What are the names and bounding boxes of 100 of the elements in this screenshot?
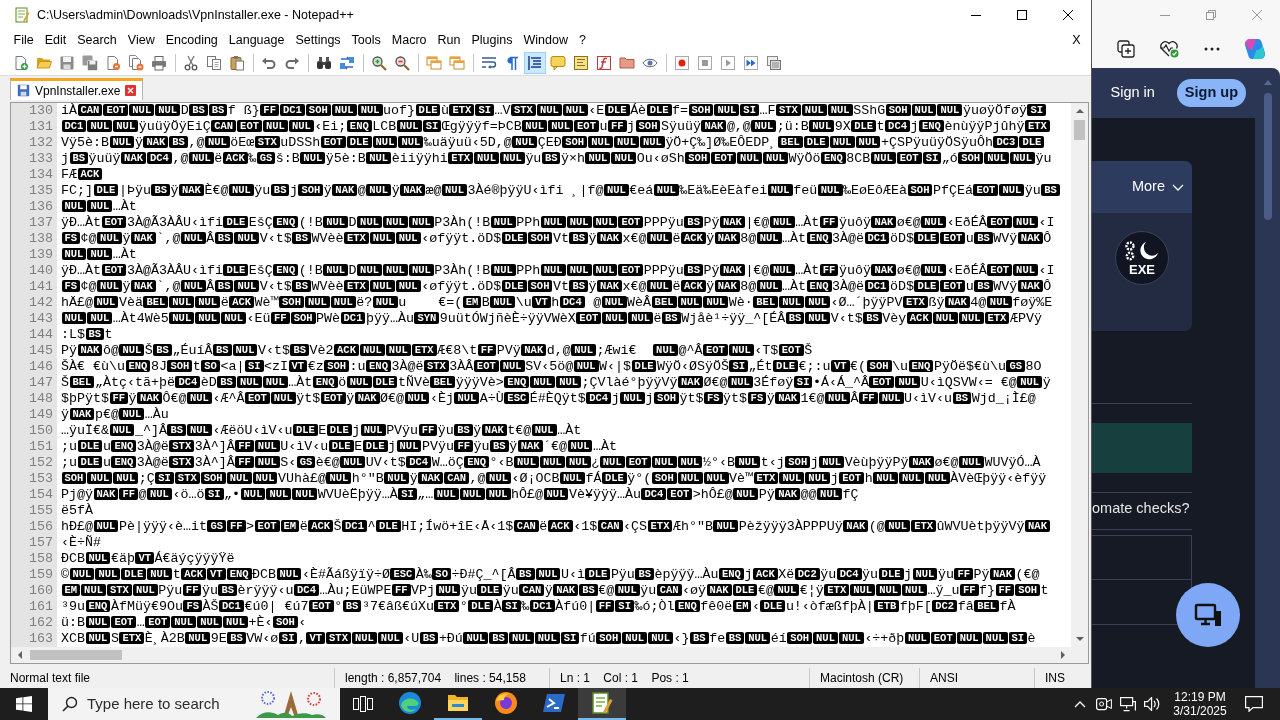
control-character: NUL — [435, 584, 461, 596]
control-character: NUL — [490, 296, 516, 308]
tab-add-icon[interactable] — [1116, 40, 1135, 58]
up-arrow-icon[interactable] — [1075, 109, 1084, 113]
code-text: Š — [804, 343, 813, 358]
flame-globe-icon — [494, 691, 518, 715]
code-text: ‹U — [403, 631, 420, 646]
control-character: NUL — [986, 296, 1012, 308]
menu-item[interactable]: Settings — [289, 31, 347, 49]
code-text: …Àt — [782, 231, 807, 246]
control-character: NUL — [733, 488, 759, 500]
scrollbar-thumb[interactable] — [30, 650, 122, 660]
speaker-icon[interactable] — [1144, 697, 1160, 711]
code-text: ‹E — [588, 103, 605, 118]
taskbar-app-button[interactable] — [578, 688, 626, 720]
code-text: |€@ — [745, 263, 770, 278]
code-text: (!B — [298, 215, 323, 230]
code-text: Ô€@ — [162, 391, 187, 406]
indent-lines-button[interactable] — [524, 51, 546, 74]
control-character: DC1 — [219, 600, 244, 612]
code-text: 3À^]Â — [194, 455, 235, 470]
chevron-up-icon[interactable] — [1074, 700, 1086, 708]
menu-item[interactable]: Edit — [39, 31, 72, 49]
menu-item[interactable]: Macro — [386, 31, 433, 49]
code-text: Vÿ5è:B — [61, 135, 109, 150]
control-character: NUL — [648, 632, 674, 644]
code-text: 3À@ë — [832, 279, 864, 294]
computer-icon[interactable] — [1120, 696, 1136, 712]
code-text: S — [110, 631, 119, 646]
control-character: NUL — [508, 632, 534, 644]
code-text: ÿuüÿ — [88, 151, 121, 166]
menu-item[interactable]: File — [8, 31, 40, 49]
menu-item[interactable]: Language — [223, 31, 290, 49]
control-character: NUL — [61, 312, 87, 324]
restore-icon[interactable] — [1206, 10, 1216, 20]
scrollbar-thumb[interactable] — [1263, 93, 1272, 220]
file-tab[interactable]: VpnInstaller.exe — [10, 78, 144, 100]
menu-item[interactable]: Run — [432, 31, 466, 49]
more-icon[interactable] — [1203, 47, 1220, 51]
code-text: èrÿÿÿ‹u — [237, 583, 294, 598]
clock-time: 12:19 PM — [1174, 690, 1226, 704]
menu-item[interactable]: View — [122, 31, 161, 49]
minimize-icon[interactable] — [971, 14, 981, 16]
scrollbar-thumb[interactable] — [1074, 120, 1085, 140]
code-text: U‹ìV‹u — [280, 439, 329, 454]
menu-item[interactable]: Search — [71, 31, 123, 49]
code-text: …Àt — [288, 375, 313, 390]
right-arrow-icon[interactable] — [1060, 651, 1065, 659]
menu-item[interactable]: Plugins — [465, 31, 518, 49]
code-text: ³9u — [61, 599, 85, 614]
control-character: NUL — [81, 584, 106, 596]
code-text: ÇEÐ — [537, 135, 562, 150]
line-number: 144 — [28, 327, 54, 343]
heart-monitor-icon[interactable] — [1158, 40, 1179, 58]
code-text: ‹Eü — [246, 311, 271, 326]
control-character: BS — [167, 424, 186, 436]
control-character: DC4 — [641, 488, 667, 500]
control-character: NUL — [93, 520, 119, 532]
line-number: 157 — [28, 535, 54, 551]
sign-in-link[interactable]: Sign in — [1110, 82, 1155, 104]
code-text: ÿÖ+Ç‰]Ø‰EÔEDP¸ — [665, 135, 778, 150]
notepad-icon — [590, 691, 614, 715]
code-text: :L$ — [61, 327, 85, 342]
control-character: SOH — [885, 104, 911, 116]
more-button[interactable]: More — [1131, 176, 1184, 198]
status-text: INS — [1044, 670, 1066, 687]
code-text: ÿ — [346, 391, 355, 406]
menu-item[interactable]: Window — [517, 31, 574, 49]
close-icon[interactable] — [1063, 10, 1073, 20]
search-bar[interactable]: Type here to search — [48, 688, 340, 720]
code-text: fe — [709, 631, 726, 646]
control-character: NUL — [369, 280, 395, 292]
panels-icon[interactable] — [353, 696, 373, 712]
control-character: NAK — [77, 344, 103, 356]
down-arrow-icon[interactable] — [1075, 637, 1084, 641]
search-field[interactable]: Type here to search — [87, 692, 247, 716]
menu-item[interactable]: Encoding — [160, 31, 224, 49]
close-document-button[interactable]: X — [1066, 31, 1086, 49]
chat-bubble-icon[interactable] — [1245, 696, 1263, 712]
code-text: è€@ — [315, 455, 340, 470]
code-text: ÿ — [473, 423, 482, 438]
control-character: NUL — [187, 424, 212, 436]
control-character: NUL — [932, 312, 958, 324]
camera-icon[interactable] — [1096, 697, 1112, 711]
line-number: 150 — [28, 423, 54, 439]
control-character: NUL — [592, 216, 618, 228]
four-panes-icon[interactable] — [16, 696, 32, 712]
control-character: NUL — [611, 152, 637, 164]
chevron-down-icon — [1172, 183, 1184, 191]
sign-up-button[interactable]: Sign up — [1176, 79, 1246, 107]
control-character: ACK — [308, 520, 334, 532]
left-arrow-icon[interactable] — [17, 651, 22, 659]
maximize-icon[interactable] — [1017, 10, 1027, 20]
app-logo-icon[interactable] — [1243, 38, 1266, 60]
control-character: NUL — [396, 120, 422, 132]
control-character: FF — [235, 456, 254, 468]
control-character: NUL — [801, 104, 827, 116]
menu-item[interactable]: ? — [573, 31, 592, 49]
menu-item[interactable]: Tools — [346, 31, 387, 49]
control-character: NUL — [809, 120, 835, 132]
